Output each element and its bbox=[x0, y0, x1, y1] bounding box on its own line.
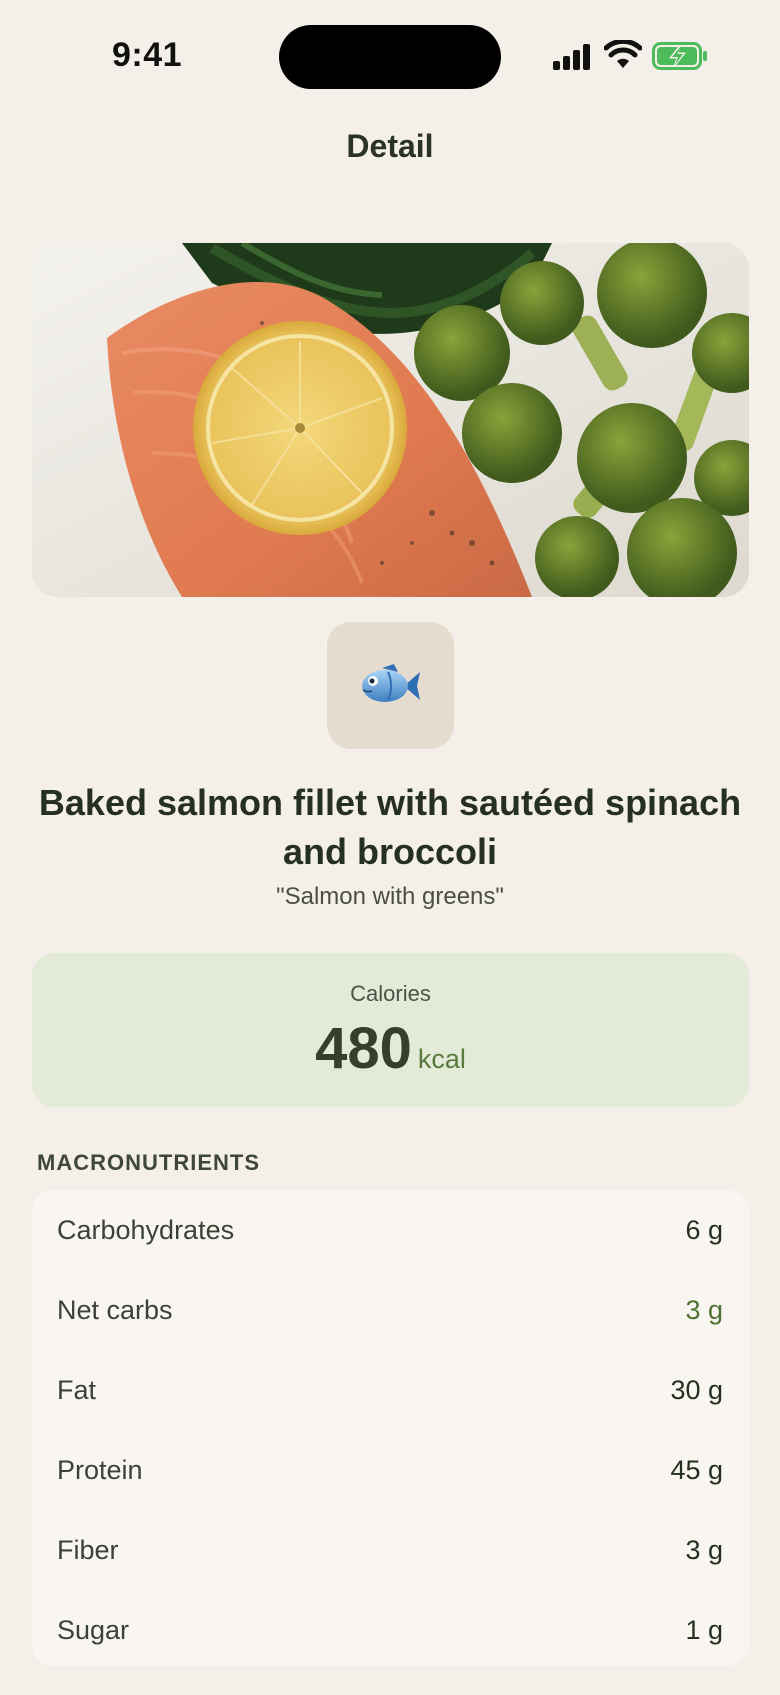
macronutrients-header: MACRONUTRIENTS bbox=[37, 1150, 260, 1175]
calories-card: Calories 480 kcal bbox=[32, 953, 749, 1107]
macro-value: 6 g bbox=[685, 1214, 723, 1245]
cellular-signal-icon bbox=[553, 43, 593, 70]
page-title: Detail bbox=[346, 128, 434, 164]
dynamic-island bbox=[279, 25, 501, 89]
macronutrients-card: Carbohydrates 6 g Net carbs 3 g Fat 30 g… bbox=[32, 1190, 749, 1666]
meal-photo bbox=[32, 243, 749, 597]
calories-label: Calories bbox=[350, 981, 431, 1006]
macro-row-protein: Protein 45 g bbox=[32, 1430, 749, 1510]
macro-row-net-carbs: Net carbs 3 g bbox=[32, 1270, 749, 1350]
macro-label: Net carbs bbox=[57, 1294, 173, 1325]
meal-title: Baked salmon fillet with sautéed spinach… bbox=[38, 782, 742, 872]
macro-label: Fiber bbox=[57, 1534, 119, 1565]
macro-row-fat: Fat 30 g bbox=[32, 1350, 749, 1430]
macro-value: 3 g bbox=[685, 1294, 723, 1325]
macro-label: Fat bbox=[57, 1374, 97, 1405]
macro-value: 30 g bbox=[670, 1374, 723, 1405]
macro-value: 3 g bbox=[685, 1534, 723, 1565]
meal-detail-screen: 9:41 Detail Baked salmon fillet with sau… bbox=[0, 0, 780, 1695]
macro-row-fiber: Fiber 3 g bbox=[32, 1510, 749, 1590]
meal-nickname: "Salmon with greens" bbox=[276, 883, 504, 910]
wifi-icon bbox=[604, 40, 642, 68]
macro-value: 45 g bbox=[670, 1454, 723, 1485]
fish-icon bbox=[361, 663, 420, 702]
macro-row-carbohydrates: Carbohydrates 6 g bbox=[32, 1190, 749, 1270]
macro-value: 1 g bbox=[685, 1614, 723, 1645]
macro-label: Sugar bbox=[57, 1614, 130, 1645]
battery-charging-icon bbox=[652, 42, 707, 70]
calories-value: 480 bbox=[315, 1016, 412, 1081]
meal-emoji-tile bbox=[327, 622, 454, 749]
status-bar: 9:41 bbox=[0, 0, 780, 110]
calories-unit: kcal bbox=[417, 1044, 466, 1074]
macro-row-sugar: Sugar 1 g bbox=[32, 1590, 749, 1670]
calories-value-row: 480 kcal bbox=[32, 1015, 749, 1082]
macro-label: Carbohydrates bbox=[57, 1214, 235, 1245]
macro-label: Protein bbox=[57, 1454, 143, 1485]
status-time: 9:41 bbox=[112, 36, 183, 74]
